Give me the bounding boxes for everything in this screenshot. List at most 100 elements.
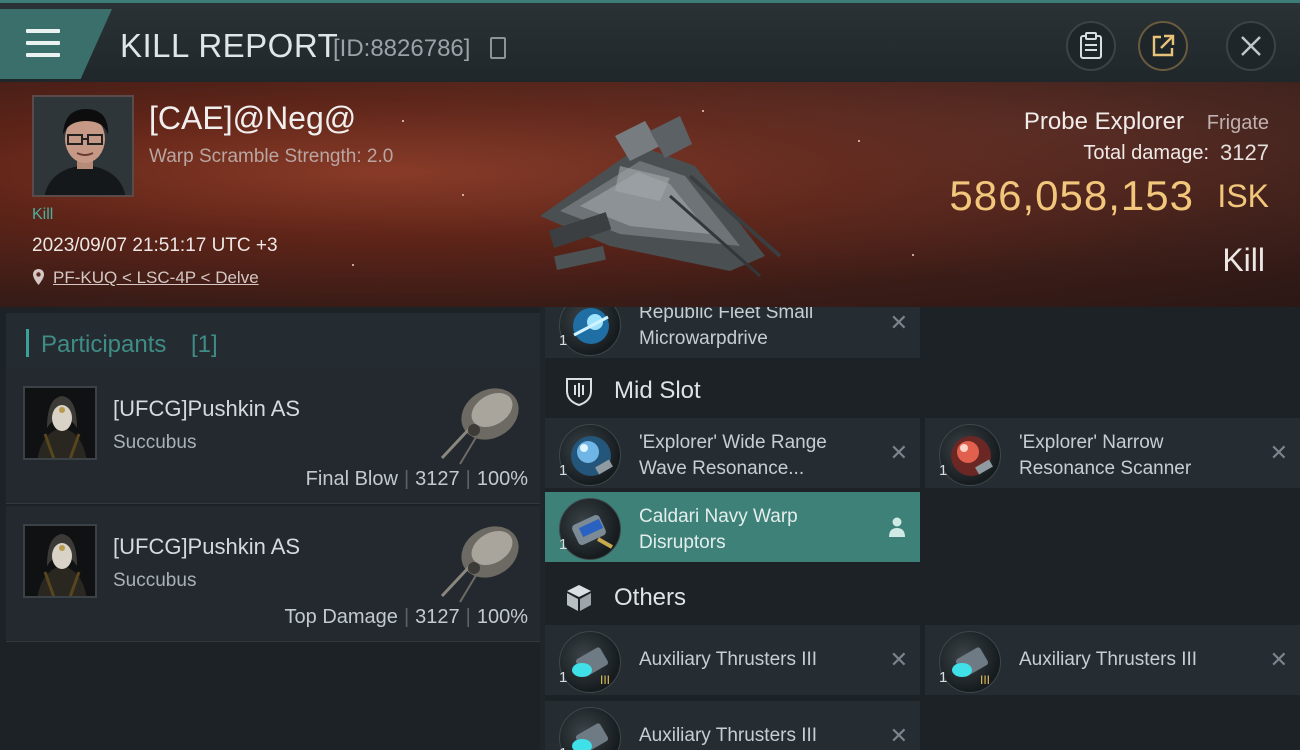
participant-tag: Top Damage [284, 606, 398, 628]
kill-timestamp: 2023/09/07 21:51:17 UTC +3 [32, 235, 278, 256]
section-accent [26, 329, 29, 357]
remove-icon[interactable]: ✕ [890, 647, 908, 673]
item-name: Republic Fleet Small Microwarpdrive [639, 307, 814, 349]
item-name: 'Explorer' Narrow Resonance Scanner [1019, 432, 1192, 479]
scanner-probe-icon [939, 424, 1001, 486]
participant-portrait-image [25, 388, 95, 458]
fitting-item-narrow-scanner[interactable]: 1 'Explorer' Narrow Resonance Scanner ✕ [925, 418, 1300, 488]
participants-count: [1] [191, 331, 218, 358]
item-quantity: 1 [559, 462, 568, 479]
others-section: Others [545, 570, 920, 622]
participant-name[interactable]: [UFCG]Pushkin AS [113, 396, 300, 422]
participant-tag: Final Blow [305, 468, 398, 490]
victim-portrait[interactable] [32, 95, 134, 197]
close-icon [1241, 36, 1261, 56]
participant-ship: Succubus [113, 570, 197, 591]
clipboard-icon [1080, 32, 1102, 59]
thruster-icon: III [559, 707, 621, 750]
mid-slot-section: Mid Slot [545, 363, 920, 415]
participant-avatar[interactable] [23, 386, 97, 460]
victim-ship-name[interactable]: Probe Explorer [1024, 108, 1184, 136]
item-quantity: 1 [559, 536, 568, 553]
participants-header[interactable]: Participants [1] [6, 313, 540, 373]
clipboard-button[interactable] [1066, 21, 1116, 71]
share-button[interactable] [1138, 21, 1188, 71]
hamburger-icon [26, 29, 60, 57]
item-name: Auxiliary Thrusters III [1019, 649, 1198, 670]
header-bar: KILL REPORT [ID:8826786] [0, 0, 1300, 82]
isk-unit: ISK [1217, 178, 1269, 214]
thruster-icon: III [559, 631, 621, 693]
participant-stats: Top Damage | 3127 | 100% [284, 606, 528, 628]
thruster-icon: III [939, 631, 1001, 693]
pilot-icon [889, 517, 905, 537]
remove-icon[interactable]: ✕ [890, 440, 908, 466]
participant-portrait-image [25, 526, 95, 596]
microwarpdrive-icon [559, 307, 621, 356]
others-title: Others [614, 584, 687, 611]
victim-name[interactable]: [CAE]@Neg@ [149, 100, 356, 137]
pilot-portrait-image [34, 97, 132, 195]
mid-slot-title: Mid Slot [614, 377, 701, 404]
item-name: Auxiliary Thrusters III [639, 725, 818, 746]
warp-disruptor-icon [559, 498, 621, 560]
kill-tag: Kill [32, 206, 54, 223]
participant-ship: Succubus [113, 432, 197, 453]
fitting-item-aux-thrusters[interactable]: III 1 Auxiliary Thrusters III ✕ [925, 625, 1300, 695]
scanner-probe-icon [559, 424, 621, 486]
total-damage-value: 3127 [1220, 140, 1269, 165]
item-name: 'Explorer' Wide Range Wave Resonance... [639, 432, 827, 479]
share-icon [1152, 34, 1175, 57]
item-quantity: 1 [559, 669, 568, 686]
remove-icon[interactable]: ✕ [890, 310, 908, 336]
participant-damage: 3127 [415, 606, 460, 628]
item-quantity: 1 [939, 462, 948, 479]
remove-icon[interactable]: ✕ [1270, 440, 1288, 466]
fitting-item-wide-range-scanner[interactable]: 1 'Explorer' Wide Range Wave Resonance..… [545, 418, 920, 488]
item-quantity: 1 [559, 745, 567, 750]
item-name: Auxiliary Thrusters III [639, 649, 818, 670]
victim-banner: [CAE]@Neg@ Warp Scramble Strength: 2.0 K… [0, 82, 1300, 307]
participants-label: Participants [41, 331, 167, 358]
participant-avatar[interactable] [23, 524, 97, 598]
item-quantity: 1 [939, 669, 948, 686]
remove-icon[interactable]: ✕ [890, 723, 908, 749]
menu-button[interactable] [0, 9, 112, 79]
cargo-box-icon [567, 585, 591, 611]
location-text[interactable]: PF-KUQ < LSC-4P < Delve [53, 268, 259, 287]
participant-ship-image [440, 388, 519, 465]
item-name: Caldari Navy Warp Disruptors [639, 506, 798, 553]
victim-ship-image [540, 116, 782, 278]
participant-row[interactable]: [UFCG]Pushkin AS Succubus Top Damage | 312… [6, 506, 540, 642]
close-button[interactable] [1226, 21, 1276, 71]
copy-icon[interactable] [490, 37, 506, 59]
participants-panel: Participants [1] [UFCG]Pushkin AS Succub… [0, 307, 540, 750]
remove-icon[interactable]: ✕ [1270, 647, 1288, 673]
participant-name[interactable]: [UFCG]Pushkin AS [113, 534, 300, 560]
fitting-item-aux-thrusters[interactable]: III 1 Auxiliary Thrusters III ✕ [545, 625, 920, 695]
isk-value: 586,058,153 [949, 172, 1194, 219]
svg-text:III: III [600, 673, 610, 687]
kill-id: [ID:8826786] [333, 35, 471, 62]
kill-location-link[interactable]: PF-KUQ < LSC-4P < Delve [32, 268, 259, 288]
participant-percent: 100% [476, 606, 528, 628]
participant-row[interactable]: [UFCG]Pushkin AS Succubus Final Blow | 312… [6, 368, 540, 504]
svg-text:III: III [980, 673, 990, 687]
fitting-panel: 1 Republic Fleet Small Microwarpdrive ✕ … [545, 307, 1300, 750]
victim-ship-class: Frigate [1206, 112, 1269, 134]
participant-percent: 100% [476, 468, 528, 490]
fitting-item-aux-thrusters[interactable]: III 1 Auxiliary Thrusters III ✕ [545, 701, 920, 750]
item-quantity: 1 [559, 332, 568, 349]
kill-report-window: KILL REPORT [ID:8826786] [CAE]@Neg@ Warp… [0, 0, 1300, 750]
page-title: KILL REPORT [120, 27, 339, 64]
location-pin-icon [33, 269, 44, 285]
result-label: Kill [1222, 242, 1265, 278]
fitting-item-microwarpdrive[interactable]: 1 Republic Fleet Small Microwarpdrive ✕ [545, 307, 920, 358]
warp-scramble-strength: Warp Scramble Strength: 2.0 [149, 146, 394, 167]
mid-slot-icon [566, 378, 592, 407]
total-damage-label: Total damage: [1083, 142, 1209, 164]
participant-damage: 3127 [415, 468, 460, 490]
participant-ship-image [440, 526, 519, 603]
participant-stats: Final Blow | 3127 | 100% [305, 468, 528, 490]
fitting-item-warp-disruptor[interactable]: 1 Caldari Navy Warp Disruptors [545, 492, 920, 562]
